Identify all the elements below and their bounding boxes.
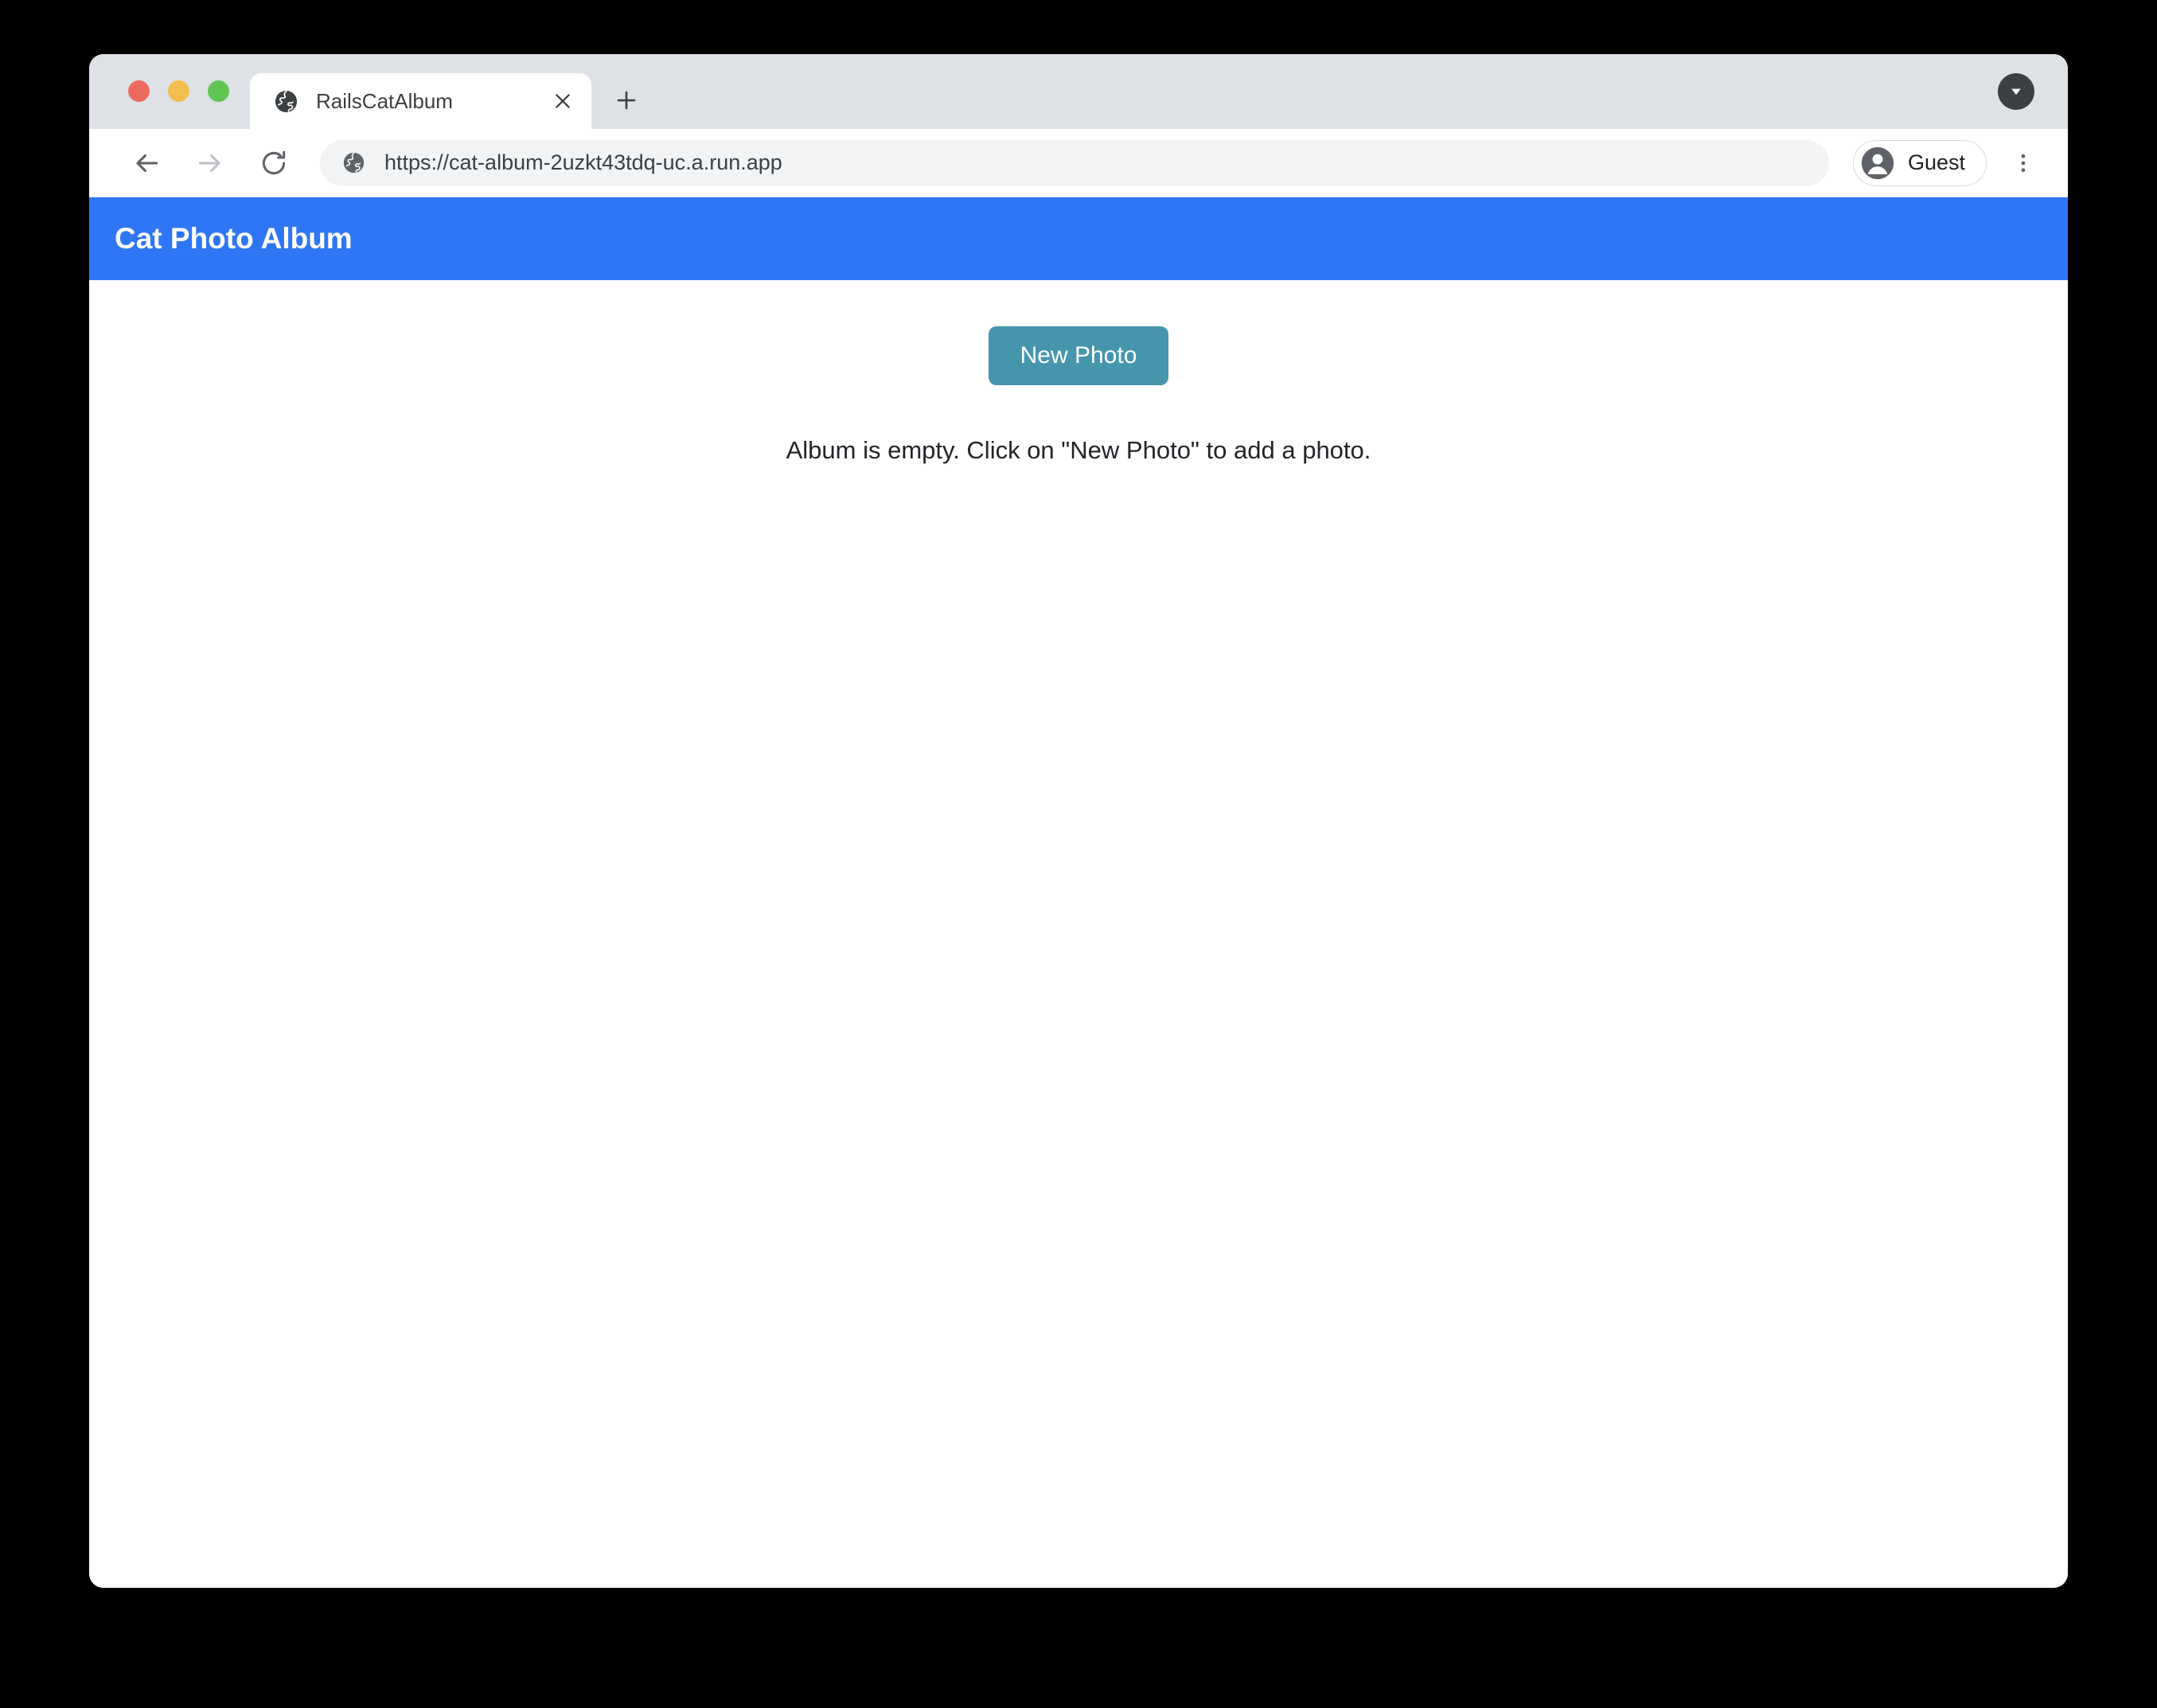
plus-icon (617, 91, 636, 110)
reload-icon (262, 150, 286, 174)
person-icon (1861, 146, 1894, 179)
address-bar[interactable] (320, 139, 1829, 186)
page-viewport: Cat Photo Album New Photo Album is empty… (89, 197, 2068, 1588)
reload-button[interactable] (252, 141, 296, 185)
profile-label: Guest (1907, 150, 1965, 174)
globe-icon (275, 90, 298, 112)
url-input[interactable] (384, 150, 1807, 175)
three-dots-vertical-icon (2021, 154, 2026, 172)
chevron-down-icon (2011, 88, 2021, 96)
window-close-button[interactable] (128, 80, 150, 102)
arrow-right-icon (198, 154, 220, 172)
tab-strip: RailsCatAlbum (89, 54, 2068, 129)
globe-icon (343, 152, 365, 174)
page-title: Cat Photo Album (115, 222, 353, 255)
app-body: New Photo Album is empty. Click on "New … (89, 280, 2068, 1588)
browser-tab-railscatalbum[interactable]: RailsCatAlbum (250, 73, 591, 129)
profile-button[interactable]: Guest (1852, 139, 1987, 186)
window-maximize-button[interactable] (208, 80, 229, 102)
new-photo-button[interactable]: New Photo (988, 326, 1169, 385)
tab-close-button[interactable] (545, 84, 580, 119)
arrow-left-icon (136, 154, 158, 172)
browser-menu-button[interactable] (2001, 141, 2046, 185)
tab-list-button[interactable] (1998, 73, 2034, 110)
new-tab-button[interactable] (603, 76, 650, 124)
close-icon (556, 94, 570, 108)
empty-album-message: Album is empty. Click on "New Photo" to … (786, 436, 1371, 464)
forward-button[interactable] (188, 141, 232, 185)
browser-window: RailsCatAlbum https://cat-album-2uzkt43t… (89, 54, 2068, 1588)
back-button[interactable] (124, 141, 169, 185)
browser-toolbar: Guest (89, 129, 2068, 197)
tab-title: RailsCatAlbum (316, 88, 453, 113)
window-minimize-button[interactable] (168, 80, 189, 102)
app-header: Cat Photo Album (89, 197, 2068, 280)
window-traffic-lights (89, 80, 229, 129)
